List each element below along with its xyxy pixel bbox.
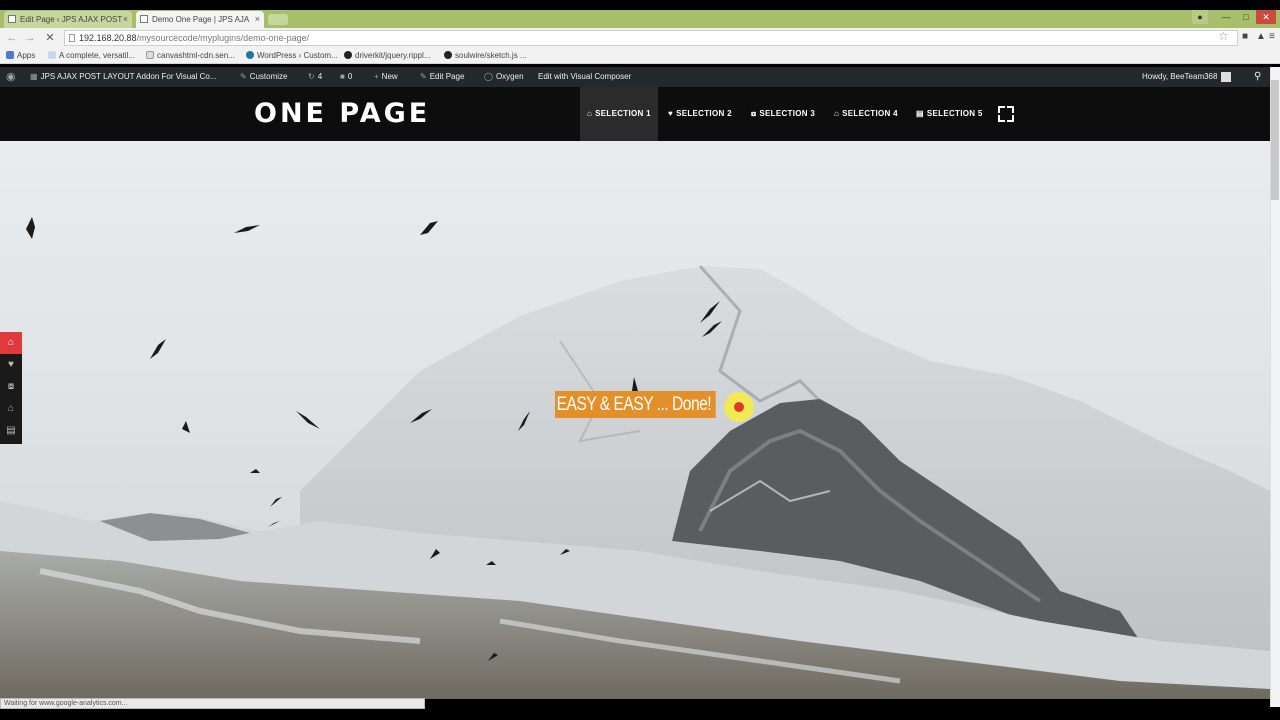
home-icon[interactable]: ⌂ <box>0 332 22 354</box>
brush-icon: ✎ <box>240 72 247 81</box>
dashboard-icon: ▦ <box>30 72 38 81</box>
page-icon <box>146 51 154 59</box>
bookmark-icon <box>48 51 56 59</box>
share-icon[interactable]: ⧇ <box>0 376 22 398</box>
bookmark-item[interactable]: A complete, versatil... <box>48 48 135 63</box>
bookmark-item[interactable]: soulwire/sketch.js ... <box>444 48 527 63</box>
github-icon <box>444 51 452 59</box>
mountain-scene <box>0 217 1270 699</box>
bottom-edge <box>0 709 1280 720</box>
oxygen-icon: ◯ <box>484 72 493 81</box>
url-host: 192.168.20.88 <box>79 33 137 43</box>
wordpress-icon[interactable]: ◉ <box>6 67 16 87</box>
share-icon: ⧇ <box>751 109 757 118</box>
bookmark-item[interactable]: WordPress › Custom... <box>246 48 338 63</box>
back-arrow-icon[interactable]: ← <box>4 30 20 46</box>
menu-item-selection-3[interactable]: ⧇ SELECTION 3 <box>751 87 815 141</box>
admin-visual-composer[interactable]: Edit with Visual Composer <box>538 67 631 87</box>
stop-icon[interactable]: ✕ <box>42 30 58 46</box>
bookmark-item[interactable]: canvashtml-cdn.sen... <box>146 48 235 63</box>
search-icon[interactable]: ⚲ <box>1254 67 1261 87</box>
heart-icon[interactable]: ♥ <box>0 354 22 376</box>
close-icon[interactable]: ✕ <box>1256 10 1276 24</box>
menu-item-selection-4[interactable]: ⌂ SELECTION 4 <box>834 87 898 141</box>
extension-icon[interactable]: ▲ <box>1256 31 1266 42</box>
minimize-icon[interactable]: — <box>1218 10 1234 24</box>
plus-icon: + <box>374 72 379 81</box>
tab-label: Edit Page ‹ JPS AJAX POST <box>20 15 123 24</box>
site-logo[interactable]: ONE PAGE <box>254 97 430 131</box>
mouse-cursor-highlight <box>724 392 754 422</box>
comment-icon: ■ <box>340 72 345 81</box>
cart-icon: ▤ <box>916 109 924 118</box>
admin-edit-page[interactable]: ✎ Edit Page <box>420 67 464 87</box>
hero-background-image: EASY & EASY ... Done! <box>0 141 1270 699</box>
admin-howdy[interactable]: Howdy, BeeTeam368 <box>1142 67 1232 87</box>
star-icon[interactable]: ☆ <box>1218 28 1229 44</box>
forward-arrow-icon[interactable]: → <box>22 30 38 46</box>
admin-new[interactable]: + New <box>374 67 398 87</box>
fullscreen-icon[interactable] <box>998 106 1014 122</box>
menu-icon[interactable]: ≡ <box>1269 31 1275 42</box>
tab-edit-page[interactable]: Edit Page ‹ JPS AJAX POST × <box>4 11 132 28</box>
address-bar[interactable]: 192.168.20.88/mysourcecode/myplugins/dem… <box>64 30 1238 46</box>
page-icon <box>8 15 16 23</box>
admin-customize[interactable]: ✎ Customize <box>240 67 288 87</box>
admin-oxygen[interactable]: ◯ Oxygen <box>484 67 524 87</box>
refresh-icon: ↻ <box>308 72 315 81</box>
admin-site-name[interactable]: ▦ JPS AJAX POST LAYOUT Addon For Visual C… <box>30 67 217 87</box>
maximize-icon[interactable]: □ <box>1238 10 1254 24</box>
browser-toolbar: ← → ✕ 192.168.20.88/mysourcecode/myplugi… <box>0 28 1280 48</box>
bookmark-item[interactable]: driverkit/jquery.rippl... <box>344 48 430 63</box>
site-header: ONE PAGE ⌂ SELECTION 1 ♥ SELECTION 2 ⧇ SELE… <box>0 87 1270 141</box>
menu-item-selection-5[interactable]: ▤ SELECTION 5 <box>916 87 983 141</box>
home-icon[interactable]: ⌂ <box>0 398 22 420</box>
admin-comments[interactable]: ■ 0 <box>340 67 352 87</box>
tab-demo-one-page[interactable]: Demo One Page | JPS AJA × <box>136 11 264 28</box>
avatar <box>1221 71 1232 82</box>
page-icon <box>69 34 75 42</box>
apps-icon <box>6 51 14 59</box>
browser-status-bar: Waiting for www.google-analytics.com... <box>0 698 425 709</box>
tab-close-icon[interactable]: × <box>123 11 128 28</box>
extension-icon[interactable]: ■ <box>1242 31 1248 42</box>
side-section-nav: ⌂ ♥ ⧇ ⌂ ▤ <box>0 332 22 444</box>
wordpress-icon <box>246 51 254 59</box>
bookmarks-bar: Apps A complete, versatil... canvashtml-… <box>0 48 1280 64</box>
scrollbar-thumb[interactable] <box>1271 80 1279 200</box>
tab-label: Demo One Page | JPS AJA <box>152 15 250 24</box>
menu-item-selection-1[interactable]: ⌂ SELECTION 1 <box>580 87 658 141</box>
page-icon <box>140 15 148 23</box>
heart-icon: ♥ <box>668 109 674 118</box>
new-tab-button[interactable] <box>268 14 288 25</box>
menu-item-selection-2[interactable]: ♥ SELECTION 2 <box>668 87 732 141</box>
cart-icon[interactable]: ▤ <box>0 420 22 442</box>
pencil-icon: ✎ <box>420 72 427 81</box>
home-icon: ⌂ <box>587 109 593 118</box>
bookmark-apps[interactable]: Apps <box>6 48 35 63</box>
wp-admin-bar: ◉ ▦ JPS AJAX POST LAYOUT Addon For Visual… <box>0 67 1270 87</box>
user-icon[interactable]: ● <box>1192 10 1208 24</box>
tab-close-icon[interactable]: × <box>255 11 260 28</box>
admin-updates[interactable]: ↻ 4 <box>308 67 322 87</box>
url-path: /mysourcecode/myplugins/demo-one-page/ <box>136 33 310 43</box>
hero-tagline: EASY & EASY ... Done! <box>555 391 717 418</box>
github-icon <box>344 51 352 59</box>
browser-window: Edit Page ‹ JPS AJAX POST × Demo One Pag… <box>0 0 1280 720</box>
home-icon: ⌂ <box>834 109 840 118</box>
